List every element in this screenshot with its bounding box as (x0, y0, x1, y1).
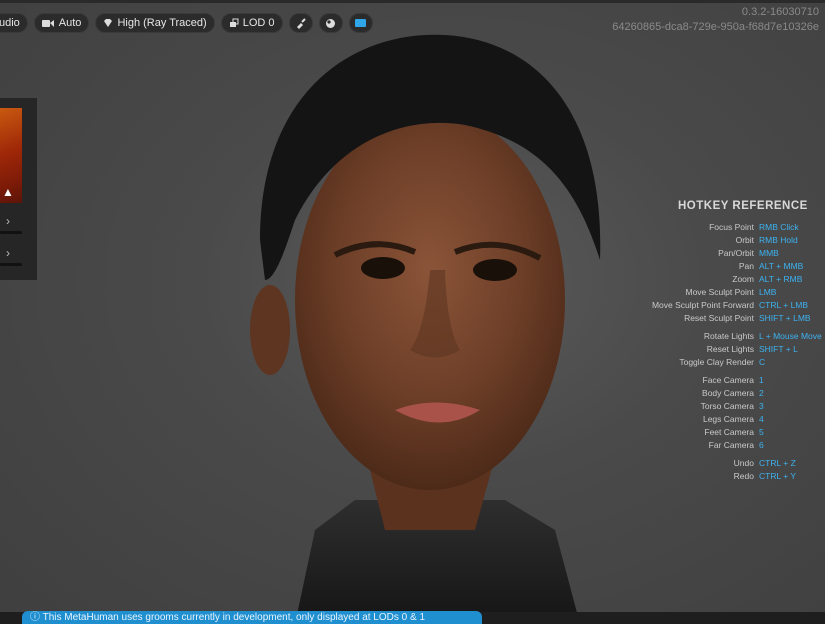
hotkey-row: Pan/Orbit MMB (630, 248, 825, 260)
brush-icon (297, 17, 306, 29)
version-info: 0.3.2-16030710 64260865-dca8-729e-950a-f… (612, 5, 819, 35)
cursor-icon: ▲ (2, 185, 14, 199)
hotkey-key: MMB (759, 248, 779, 258)
hotkey-key: L + Mouse Move (759, 331, 822, 341)
hotkey-action: Focus Point (709, 222, 754, 232)
hotkey-key: 1 (759, 375, 764, 385)
quality-label: High (Ray Traced) (117, 17, 207, 29)
hotkey-action: Undo (733, 458, 754, 468)
hotkey-key: RMB Hold (759, 235, 798, 245)
hotkey-row: Far Camera 6 (630, 440, 825, 452)
hotkey-action: Zoom (732, 274, 754, 284)
hotkey-title: HOTKEY REFERENCE (678, 200, 808, 212)
slider-track[interactable] (0, 263, 22, 266)
hotkey-row: Torso Camera 3 (630, 401, 825, 413)
hotkey-row: Orbit RMB Hold (630, 235, 825, 247)
hotkey-row: Reset Lights SHIFT + L (630, 344, 825, 356)
hotkey-row: Body Camera 2 (630, 388, 825, 400)
hotkey-row: Redo CTRL + Y (630, 471, 825, 483)
hotkey-key: 5 (759, 427, 764, 437)
hotkey-key: C (759, 357, 766, 367)
hotkey-row: Move Sculpt Point Forward CTRL + LMB (630, 300, 825, 312)
hotkey-action: Rotate Lights (703, 331, 754, 341)
slider-track[interactable] (0, 231, 22, 234)
diamond-icon (104, 19, 113, 27)
hotkey-action: Torso Camera (700, 401, 754, 411)
hotkey-row: Move Sculpt Point LMB (630, 287, 825, 299)
hotkey-row: Legs Camera 4 (630, 414, 825, 426)
build-guid: 64260865-dca8-729e-950a-f68d7e10326e (612, 21, 819, 33)
hotkey-action: Move Sculpt Point Forward (651, 300, 754, 310)
chevron-right-icon[interactable]: › (6, 214, 22, 228)
metahuman-viewport-portrait[interactable] (235, 30, 625, 624)
hotkey-key: 2 (759, 388, 764, 398)
camera-auto-label: Auto (58, 17, 82, 29)
sphere-icon (326, 18, 335, 28)
hotkey-action: Reset Sculpt Point (684, 313, 754, 323)
quality-button[interactable]: High (Ray Traced) (95, 13, 215, 33)
hotkey-row: Zoom ALT + RMB (630, 274, 825, 286)
hotkey-action: Feet Camera (704, 427, 754, 437)
hotkey-key: 3 (759, 401, 764, 411)
skin-tone-panel: ▲ › › (0, 98, 37, 280)
hotkey-row: Feet Camera 5 (630, 427, 825, 439)
hotkey-key: CTRL + Z (759, 458, 796, 468)
hotkey-key: CTRL + Y (759, 471, 797, 481)
hotkey-row: Focus Point RMB Click (630, 222, 825, 234)
hotkey-action: Redo (733, 471, 754, 481)
audio-label: udio (0, 17, 20, 29)
hotkey-action: Toggle Clay Render (679, 357, 754, 367)
hotkey-action: Body Camera (702, 388, 754, 398)
audio-button[interactable]: udio (0, 13, 28, 33)
hotkey-row: Face Camera 1 (630, 375, 825, 387)
hotkey-action: Pan (738, 261, 754, 271)
version-number: 0.3.2-16030710 (741, 6, 819, 18)
hotkey-key: 4 (759, 414, 764, 424)
hotkey-key: CTRL + LMB (759, 300, 809, 310)
hotkey-action: Far Camera (708, 440, 754, 450)
hotkey-key: RMB Click (759, 222, 799, 232)
hotkey-row: Pan ALT + MMB (630, 261, 825, 273)
hotkey-key: ALT + RMB (759, 274, 803, 284)
hotkey-key: ALT + MMB (759, 261, 804, 271)
hotkey-row: Toggle Clay Render C (630, 357, 825, 369)
lod-label: LOD 0 (242, 17, 275, 29)
hotkey-action: Face Camera (702, 375, 755, 385)
hotkey-action: Legs Camera (702, 414, 754, 424)
viewport-icon (355, 19, 366, 27)
chevron-right-icon[interactable]: › (6, 246, 22, 260)
hotkey-key: SHIFT + L (759, 344, 798, 354)
camera-auto-button[interactable]: Auto (33, 13, 90, 33)
hotkey-key: 6 (759, 440, 764, 450)
hotkey-action: Move Sculpt Point (685, 287, 754, 297)
camera-icon (41, 19, 54, 27)
hotkey-action: Pan/Orbit (718, 248, 754, 258)
hotkey-action: Orbit (735, 235, 754, 245)
hotkey-action: Reset Lights (706, 344, 754, 354)
hotkey-row: Rotate Lights L + Mouse Move (630, 331, 825, 343)
hotkey-row: Reset Sculpt Point SHIFT + LMB (630, 313, 825, 325)
lod-icon (229, 18, 239, 27)
groom-notice-banner: ⓘ This MetaHuman uses grooms currently i… (22, 611, 482, 624)
hotkey-row: Undo CTRL + Z (630, 458, 825, 470)
window-top-edge (0, 0, 825, 3)
hotkey-key: LMB (759, 287, 777, 297)
hotkey-key: SHIFT + LMB (759, 313, 811, 323)
